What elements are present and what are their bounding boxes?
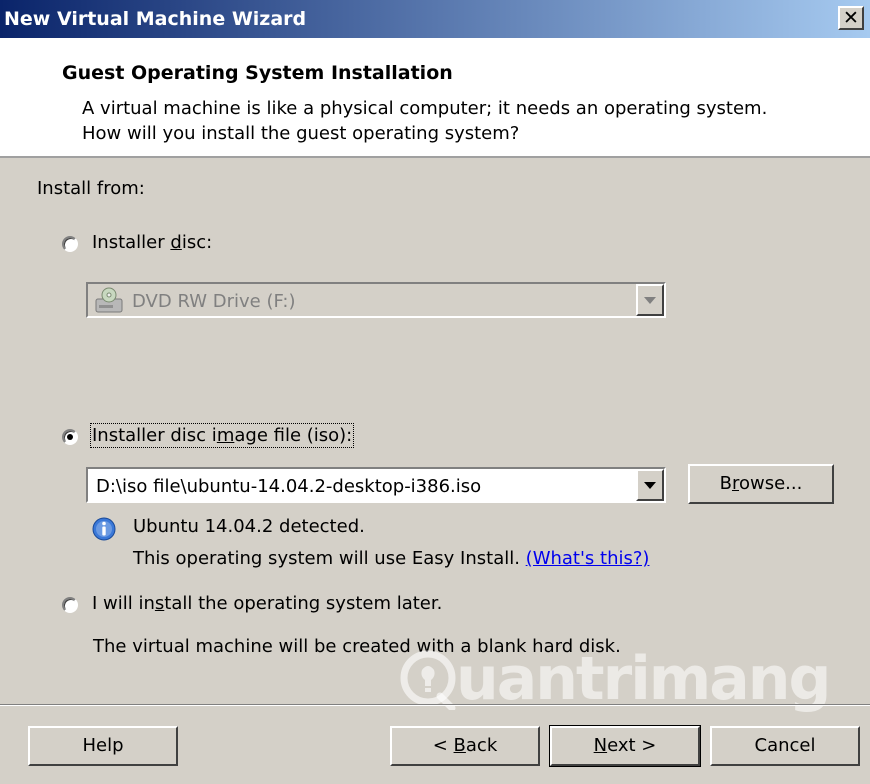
install-later-radio[interactable] xyxy=(62,597,78,613)
browse-button[interactable]: Browse... xyxy=(688,464,834,504)
wizard-header: Guest Operating System Installation A vi… xyxy=(0,38,870,158)
installer-disc-mnemonic: d xyxy=(170,232,182,253)
back-button[interactable]: < Back xyxy=(390,726,540,766)
info-icon xyxy=(92,517,116,541)
next-button[interactable]: Next > xyxy=(549,725,701,767)
page-title: Guest Operating System Installation xyxy=(62,62,453,84)
install-from-label: Install from: xyxy=(37,178,145,199)
installer-disc-label[interactable]: Installer disc: xyxy=(92,232,212,253)
cancel-label: Cancel xyxy=(754,735,816,756)
whats-this-link[interactable]: (What's this?) xyxy=(526,548,650,569)
iso-image-label-rest: age file (iso): xyxy=(234,425,353,446)
drive-select: DVD RW Drive (F:) xyxy=(86,282,666,318)
page-description: A virtual machine is like a physical com… xyxy=(82,98,768,144)
close-icon: ✕ xyxy=(843,7,859,29)
browse-mnemonic: r xyxy=(731,473,739,494)
dvd-drive-icon xyxy=(95,287,123,313)
next-mnemonic: N xyxy=(593,735,608,756)
browse-text-rest: owse... xyxy=(739,473,803,494)
install-later-label[interactable]: I will install the operating system late… xyxy=(92,593,442,614)
watermark-q-icon xyxy=(400,650,456,710)
iso-image-label-text: Installer disc i xyxy=(92,425,217,446)
wizard-window: New Virtual Machine Wizard ✕ Guest Opera… xyxy=(0,0,870,784)
footer-separator xyxy=(0,704,870,706)
iso-path-combobox[interactable]: D:\iso file\ubuntu-14.04.2-desktop-i386.… xyxy=(86,467,666,503)
iso-image-mnemonic: m xyxy=(216,425,235,446)
next-label: ext > xyxy=(607,735,657,756)
install-later-mnemonic: s xyxy=(154,593,165,614)
back-label-rest: ack xyxy=(465,735,498,756)
iso-image-radio[interactable] xyxy=(62,429,78,445)
easy-install-text: This operating system will use Easy Inst… xyxy=(133,548,526,569)
installer-disc-radio[interactable] xyxy=(62,236,78,252)
installer-disc-label-rest: isc: xyxy=(181,232,213,253)
drive-dropdown-button xyxy=(636,284,664,316)
cancel-button[interactable]: Cancel xyxy=(710,726,860,766)
title-bar[interactable]: New Virtual Machine Wizard ✕ xyxy=(0,0,870,38)
install-later-label-rest: tall the operating system later. xyxy=(164,593,443,614)
easy-install-note: This operating system will use Easy Inst… xyxy=(133,548,649,569)
iso-image-label[interactable]: Installer disc image file (iso): xyxy=(89,423,355,448)
back-label: < xyxy=(432,735,454,756)
help-label: Help xyxy=(82,735,124,756)
iso-path-dropdown-button[interactable] xyxy=(636,469,664,501)
help-button[interactable]: Help xyxy=(28,726,178,766)
detected-os-text: Ubuntu 14.04.2 detected. xyxy=(133,516,365,537)
install-later-description: The virtual machine will be created with… xyxy=(93,636,621,657)
iso-path-value[interactable]: D:\iso file\ubuntu-14.04.2-desktop-i386.… xyxy=(96,476,481,497)
drive-select-value: DVD RW Drive (F:) xyxy=(132,291,296,312)
watermark-logo: uantrimang xyxy=(400,644,840,718)
browse-text: B xyxy=(719,473,732,494)
window-title: New Virtual Machine Wizard xyxy=(4,8,307,30)
back-mnemonic: B xyxy=(453,735,466,756)
close-button[interactable]: ✕ xyxy=(838,6,864,30)
install-later-label-text: I will in xyxy=(92,593,155,614)
installer-disc-label-text: Installer xyxy=(92,232,171,253)
